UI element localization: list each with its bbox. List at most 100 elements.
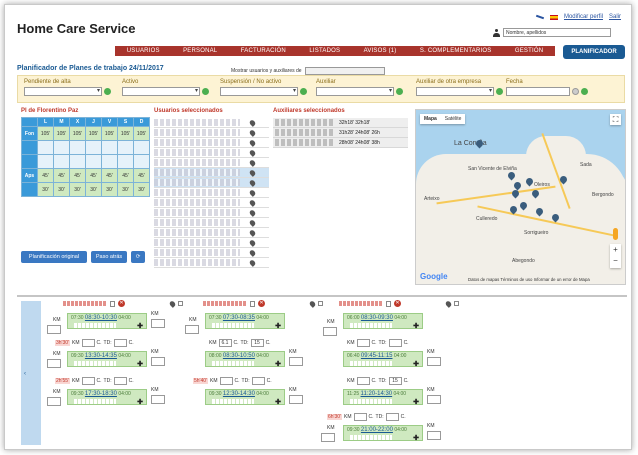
map-pin-icon[interactable] bbox=[248, 198, 257, 207]
nav-item-gestion[interactable]: GESTIÓN bbox=[515, 48, 543, 54]
close-icon[interactable]: ✕ bbox=[394, 300, 401, 307]
map-pin-icon[interactable] bbox=[168, 299, 177, 308]
map-pin-icon[interactable] bbox=[248, 178, 257, 187]
map-pin-icon[interactable] bbox=[248, 218, 257, 227]
map-footer[interactable]: Datos de mapas Términos de uso Informar … bbox=[468, 277, 590, 282]
zoom-control[interactable]: + − bbox=[610, 244, 621, 268]
nav-item-facturacion[interactable]: FACTURACIÓN bbox=[241, 48, 286, 54]
visit-block[interactable]: 06:00 08:30-09:30 04:00 ✚ bbox=[343, 313, 423, 330]
week-cell[interactable]: 30' bbox=[53, 182, 70, 197]
calendar-icon[interactable] bbox=[572, 88, 579, 95]
list-item[interactable]: 32h18' 32h18' bbox=[273, 118, 408, 128]
add-icon[interactable]: ✚ bbox=[137, 322, 143, 330]
visit-block[interactable]: 09:30 13:30-14:35 04:00 ✚ bbox=[67, 351, 147, 368]
nav-item-avisos[interactable]: AVISOS (1) bbox=[364, 48, 397, 54]
close-icon[interactable]: ✕ bbox=[118, 300, 125, 307]
list-item[interactable] bbox=[154, 248, 269, 258]
km-input[interactable] bbox=[289, 395, 303, 404]
week-cell[interactable]: 45' bbox=[133, 168, 150, 183]
td-input[interactable] bbox=[251, 377, 265, 385]
original-plan-button[interactable]: Planificación original bbox=[21, 251, 87, 263]
filter-fecha-go-icon[interactable] bbox=[581, 88, 588, 95]
week-cell[interactable] bbox=[37, 154, 54, 169]
map-pin-icon[interactable] bbox=[248, 208, 257, 217]
week-cell[interactable] bbox=[133, 140, 150, 155]
week-cell[interactable]: 30' bbox=[85, 182, 102, 197]
add-icon[interactable]: ✚ bbox=[413, 322, 419, 330]
week-cell[interactable]: 105' bbox=[133, 126, 150, 141]
week-cell[interactable] bbox=[101, 154, 118, 169]
map-marker-icon[interactable] bbox=[560, 176, 567, 185]
street-view-icon[interactable] bbox=[613, 228, 618, 240]
nav-item-listados[interactable]: LISTADOS bbox=[309, 48, 340, 54]
week-cell[interactable]: 105' bbox=[53, 126, 70, 141]
map-marker-icon[interactable] bbox=[520, 202, 527, 211]
visit-block[interactable]: 09:30 12:30-14:30 04:00 ✚ bbox=[205, 389, 285, 406]
week-cell[interactable]: 45' bbox=[101, 168, 118, 183]
add-icon[interactable]: ✚ bbox=[137, 398, 143, 406]
list-item[interactable] bbox=[154, 148, 269, 158]
add-icon[interactable]: ✚ bbox=[413, 360, 419, 368]
km-input[interactable] bbox=[427, 431, 441, 440]
visit-block[interactable]: 07:30 07:30-08:35 04:00 ✚ bbox=[205, 313, 285, 330]
week-cell[interactable]: 105' bbox=[69, 126, 86, 141]
filter-activo-select[interactable] bbox=[122, 87, 200, 96]
td-input[interactable] bbox=[113, 377, 127, 385]
km-input[interactable] bbox=[427, 357, 441, 366]
schedule-side-strip[interactable]: ‹ bbox=[21, 301, 41, 445]
add-icon[interactable]: ✚ bbox=[413, 434, 419, 442]
list-item[interactable] bbox=[154, 158, 269, 168]
filter-fecha-input[interactable] bbox=[506, 87, 570, 96]
week-cell[interactable]: 30' bbox=[133, 182, 150, 197]
nav-item-complementarios[interactable]: S. COMPLEMENTARIOS bbox=[420, 48, 492, 54]
week-cell[interactable] bbox=[53, 154, 70, 169]
map-pin-icon[interactable] bbox=[248, 188, 257, 197]
map-marker-icon[interactable] bbox=[552, 214, 559, 223]
chevron-left-icon[interactable]: ‹ bbox=[24, 371, 26, 377]
map-pin-icon[interactable] bbox=[248, 228, 257, 237]
week-cell[interactable]: 45' bbox=[85, 168, 102, 183]
week-cell[interactable]: 105' bbox=[117, 126, 134, 141]
map-pin-icon[interactable] bbox=[248, 128, 257, 137]
km-input[interactable] bbox=[47, 397, 61, 406]
map-pin-icon[interactable] bbox=[248, 138, 257, 147]
week-cell[interactable]: 105' bbox=[101, 126, 118, 141]
visit-block[interactable]: 09:30 21:00-22:00 04:00 ✚ bbox=[343, 425, 423, 442]
grid-icon[interactable] bbox=[178, 301, 183, 306]
list-item[interactable] bbox=[154, 118, 269, 128]
week-cell[interactable] bbox=[85, 140, 102, 155]
tab-satellite[interactable]: Satélite bbox=[441, 114, 466, 124]
week-cell[interactable]: 30' bbox=[101, 182, 118, 197]
km-input[interactable] bbox=[185, 325, 199, 334]
list-item[interactable] bbox=[154, 168, 269, 178]
list-item[interactable] bbox=[154, 198, 269, 208]
week-cell[interactable] bbox=[37, 140, 54, 155]
planificador-button[interactable]: PLANIFICADOR bbox=[563, 45, 625, 59]
fullscreen-icon[interactable]: ⛶ bbox=[610, 114, 621, 125]
week-cell[interactable] bbox=[117, 140, 134, 155]
document-icon[interactable] bbox=[110, 300, 115, 307]
km-input[interactable] bbox=[47, 325, 61, 334]
filter-pendiente-select[interactable] bbox=[24, 87, 102, 96]
exit-link[interactable]: Salir bbox=[609, 14, 621, 20]
nav-item-usuarios[interactable]: USUARIOS bbox=[127, 48, 160, 54]
td-input[interactable] bbox=[385, 413, 399, 421]
km-input[interactable] bbox=[321, 433, 335, 442]
km-input[interactable] bbox=[151, 319, 165, 328]
add-icon[interactable]: ✚ bbox=[275, 322, 281, 330]
refresh-icon[interactable]: ⟳ bbox=[131, 251, 145, 263]
visit-block[interactable]: 06:40 09:45-11:15 04:00 ✚ bbox=[343, 351, 423, 368]
filter-auxiliar-select[interactable] bbox=[316, 87, 394, 96]
map-panel[interactable]: Mapa Satélite ⛶ La Coruña San Vicente de… bbox=[415, 109, 626, 285]
list-item[interactable] bbox=[154, 128, 269, 138]
filter-suspension-select[interactable] bbox=[220, 87, 298, 96]
spain-flag-icon[interactable] bbox=[549, 14, 558, 20]
list-item[interactable] bbox=[154, 238, 269, 248]
week-cell[interactable]: 30' bbox=[69, 182, 86, 197]
km-input[interactable] bbox=[151, 357, 165, 366]
filter-auxiliar-otra-select[interactable] bbox=[416, 87, 494, 96]
km-input[interactable] bbox=[219, 377, 233, 385]
km-input[interactable] bbox=[81, 339, 95, 347]
km-input[interactable]: 6.1 bbox=[218, 339, 232, 347]
close-icon[interactable]: ✕ bbox=[258, 300, 265, 307]
